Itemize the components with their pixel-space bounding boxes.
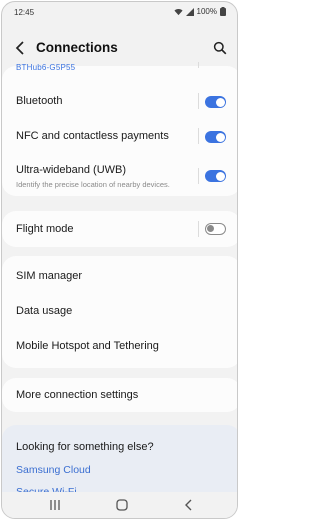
uwb-toggle[interactable] [205,170,226,182]
flight-mode-card: Flight mode [2,211,237,247]
settings-row-label: Mobile Hotspot and Tethering [16,340,159,352]
phone-screen: 12:45 100% Connections BTHub6-G5P55 Blue… [1,1,238,519]
flight-mode-toggle[interactable] [205,223,226,235]
settings-row-hotspot[interactable]: Mobile Hotspot and Tethering [2,331,237,363]
settings-row-more-connection[interactable]: More connection settings [2,378,237,412]
settings-row-nfc[interactable]: NFC and contactless payments [2,123,237,149]
link-samsung-cloud[interactable]: Samsung Cloud [16,464,91,476]
settings-row-label: Bluetooth [16,95,63,107]
navigation-bar [2,492,237,518]
recents-icon[interactable] [50,498,60,516]
settings-row-label: Flight mode [16,223,74,235]
battery-percent: 100% [196,7,217,16]
wifi-icon [173,8,183,16]
app-bar: Connections [2,34,237,62]
page-title: Connections [36,40,118,55]
settings-row-sim-manager[interactable]: SIM manager [2,260,237,292]
nav-back-icon[interactable] [184,498,194,516]
search-icon[interactable] [213,41,227,55]
settings-row-data-usage[interactable]: Data usage [2,296,237,328]
home-icon[interactable] [116,498,128,516]
settings-row-label: Ultra-wideband (UWB) [16,164,127,176]
status-time: 12:45 [14,8,35,17]
settings-row-flight-mode[interactable]: Flight mode [2,211,237,247]
back-arrow-icon[interactable] [14,40,28,56]
settings-row-label: NFC and contactless payments [16,130,169,142]
more-settings-card: More connection settings [2,378,237,412]
settings-row-bluetooth[interactable]: Bluetooth [2,88,237,114]
settings-row-label: SIM manager [16,270,83,282]
signal-icon [185,7,194,16]
battery-icon [220,7,226,16]
settings-row-subtitle: Identify the precise location of nearby … [16,180,170,189]
sim-data-card: SIM manager Data usage Mobile Hotspot an… [2,256,237,368]
nfc-toggle[interactable] [205,131,226,143]
status-bar: 12:45 100% [2,2,237,24]
settings-row-uwb[interactable]: Ultra-wideband (UWB) Identify the precis… [2,158,237,192]
bluetooth-toggle[interactable] [205,96,226,108]
connections-card: BTHub6-G5P55 Bluetooth NFC and contactle… [2,62,237,196]
settings-row-label: More connection settings [16,389,139,401]
cut-off-network-label: BTHub6-G5P55 [16,63,76,72]
settings-row-label: Data usage [16,305,73,317]
suggestions-heading: Looking for something else? [16,441,154,453]
